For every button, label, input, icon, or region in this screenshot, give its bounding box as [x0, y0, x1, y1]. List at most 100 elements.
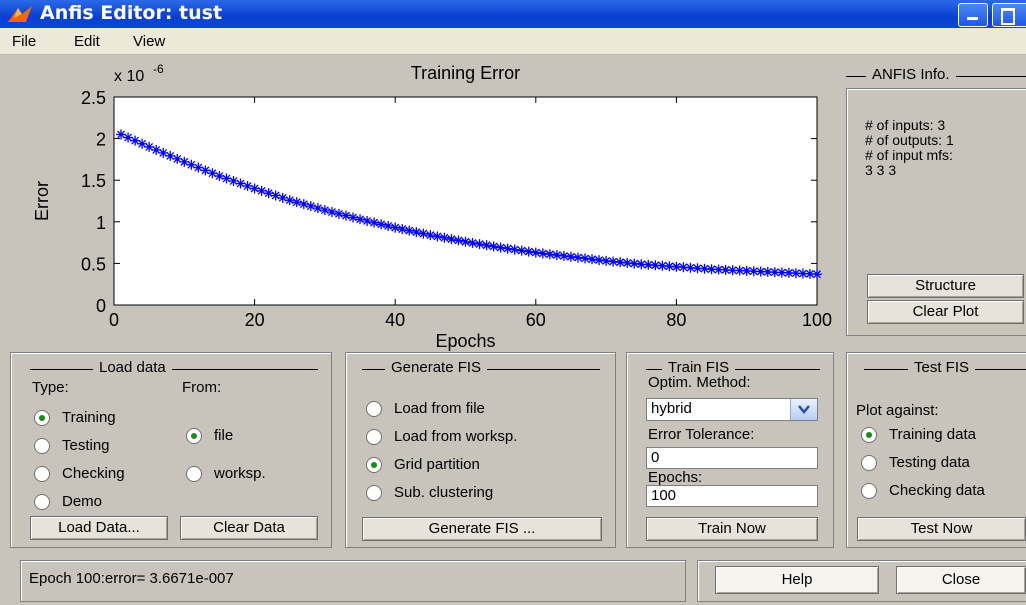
data-point-star — [242, 181, 253, 192]
radio-training[interactable] — [34, 410, 50, 426]
data-point-star — [404, 225, 415, 236]
radio-load-from-file[interactable] — [366, 401, 382, 417]
radio-sub-clustering-label: Sub. clustering — [394, 484, 494, 501]
y-tick-label: 1.5 — [81, 171, 106, 191]
error-tolerance-input[interactable]: 0 — [646, 447, 818, 469]
data-point-star — [439, 232, 450, 243]
optim-method-value: hybrid — [651, 400, 692, 417]
title-bar: Anfis Editor: tust — [0, 0, 1026, 28]
data-point-star — [467, 237, 478, 248]
load-data-title: Load data — [93, 359, 172, 376]
structure-button[interactable]: Structure — [867, 274, 1024, 298]
data-point-star — [312, 203, 323, 214]
data-point-star — [516, 245, 527, 256]
menu-view[interactable]: View — [133, 33, 165, 50]
data-point-star — [460, 236, 471, 247]
radio-checking-data[interactable] — [861, 483, 877, 499]
x-axis-label: Epochs — [435, 331, 495, 351]
radio-checking-label: Checking — [62, 465, 125, 482]
optim-method-select[interactable]: hybrid — [646, 398, 818, 421]
data-point-star — [305, 201, 316, 212]
help-button[interactable]: Help — [715, 566, 879, 594]
data-point-star — [249, 183, 260, 194]
y-tick-label: 0.5 — [81, 254, 106, 274]
radio-file-label: file — [214, 427, 234, 444]
chart-title: Training Error — [411, 63, 520, 83]
train-now-button[interactable]: Train Now — [646, 517, 818, 541]
y-tick-label: 2 — [96, 130, 106, 150]
radio-training-data[interactable] — [861, 427, 877, 443]
window-title: Anfis Editor: tust — [40, 2, 223, 24]
y-tick-label: 1 — [96, 213, 106, 233]
radio-grid-partition[interactable] — [366, 457, 382, 473]
radio-testing[interactable] — [34, 438, 50, 454]
data-point-star — [481, 240, 492, 251]
radio-demo-label: Demo — [62, 493, 103, 510]
minimize-button[interactable] — [958, 3, 988, 27]
data-point-star — [228, 176, 239, 187]
data-point-star — [432, 231, 443, 242]
data-point-star — [235, 178, 246, 189]
y-exponent-label: x 10 — [114, 68, 144, 85]
load-data-button[interactable]: Load Data... — [30, 516, 168, 540]
status-text: Epoch 100:error= 3.6671e-007 — [29, 570, 234, 587]
y-exponent-power: -6 — [153, 62, 164, 76]
radio-grid-partition-label: Grid partition — [394, 456, 480, 473]
data-point-star — [326, 206, 337, 217]
radio-testing-label: Testing — [62, 437, 110, 454]
data-point-star — [355, 214, 366, 225]
radio-load-from-worksp[interactable] — [366, 429, 382, 445]
anfis-info-text: # of inputs: 3 # of outputs: 1 # of inpu… — [865, 118, 954, 178]
clear-data-button[interactable]: Clear Data — [180, 516, 318, 540]
data-point-star — [369, 217, 380, 228]
info-input-mfs-label: # of input mfs: — [865, 147, 953, 163]
info-inputs: # of inputs: 3 — [865, 117, 946, 133]
clear-plot-button[interactable]: Clear Plot — [867, 300, 1024, 324]
menu-bar: File Edit View — [0, 28, 1026, 55]
radio-sub-clustering[interactable] — [366, 485, 382, 501]
data-point-star — [502, 243, 513, 254]
test-now-button[interactable]: Test Now — [857, 517, 1026, 541]
dropdown-button[interactable] — [790, 399, 817, 420]
radio-worksp-label: worksp. — [214, 465, 266, 482]
epochs-input[interactable]: 100 — [646, 485, 818, 507]
generate-fis-button[interactable]: Generate FIS ... — [362, 517, 602, 541]
radio-testing-data-label: Testing data — [889, 454, 970, 471]
radio-load-from-file-label: Load from file — [394, 400, 485, 417]
data-point-star — [397, 224, 408, 235]
data-point-star — [362, 215, 373, 226]
matlab-app-icon — [8, 6, 32, 22]
data-point-star — [495, 242, 506, 253]
type-label: Type: — [32, 379, 69, 396]
load-data-frame — [30, 369, 318, 370]
data-point-star — [446, 234, 457, 245]
radio-file[interactable] — [186, 428, 202, 444]
radio-checking-data-label: Checking data — [889, 482, 985, 499]
y-axis-label: Error — [32, 181, 52, 221]
data-point-star — [425, 230, 436, 241]
close-button[interactable]: Close — [896, 566, 1026, 594]
data-point-star — [333, 208, 344, 219]
radio-demo[interactable] — [34, 494, 50, 510]
data-point-star — [270, 190, 281, 201]
radio-checking[interactable] — [34, 466, 50, 482]
data-point-star — [390, 222, 401, 233]
radio-testing-data[interactable] — [861, 455, 877, 471]
data-point-star — [376, 219, 387, 230]
x-tick-label: 40 — [385, 310, 405, 330]
radio-training-label: Training — [62, 409, 116, 426]
data-point-star — [488, 241, 499, 252]
data-point-star — [277, 192, 288, 203]
data-point-star — [418, 228, 429, 239]
maximize-button[interactable] — [992, 3, 1026, 27]
epochs-label: Epochs: — [648, 469, 703, 486]
data-point-star — [221, 173, 232, 184]
radio-worksp[interactable] — [186, 466, 202, 482]
x-tick-label: 80 — [666, 310, 686, 330]
data-point-star — [348, 212, 359, 223]
data-point-star — [383, 220, 394, 231]
data-point-star — [474, 239, 485, 250]
data-point-star — [340, 210, 351, 221]
menu-file[interactable]: File — [12, 33, 36, 50]
menu-edit[interactable]: Edit — [74, 33, 100, 50]
